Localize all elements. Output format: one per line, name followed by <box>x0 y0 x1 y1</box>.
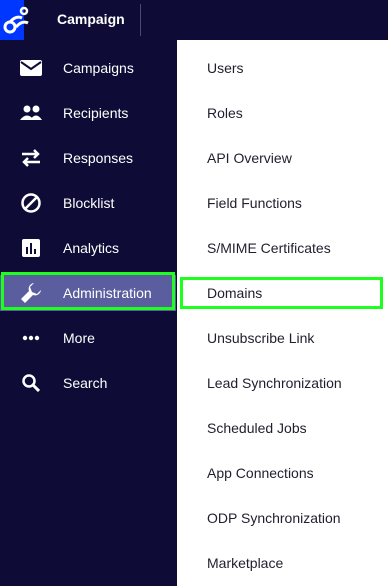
sidebar-item-responses[interactable]: Responses <box>0 140 176 176</box>
submenu-item-app-connections[interactable]: App Connections <box>177 458 388 488</box>
submenu-item-label: ODP Synchronization <box>207 510 341 526</box>
people-icon <box>19 103 43 123</box>
block-icon <box>19 193 43 213</box>
submenu-item-label: S/MIME Certificates <box>207 240 331 256</box>
envelope-icon <box>19 58 43 78</box>
administration-submenu: Users Roles API Overview Field Functions… <box>177 40 388 586</box>
sidebar-item-label: More <box>63 330 95 346</box>
submenu-item-label: Roles <box>207 105 243 121</box>
submenu-item-api-overview[interactable]: API Overview <box>177 143 388 173</box>
sidebar-item-label: Blocklist <box>63 195 115 211</box>
app-title: Campaign <box>57 11 125 27</box>
sidebar-item-campaigns[interactable]: Campaigns <box>0 50 176 86</box>
submenu-item-unsubscribe-link[interactable]: Unsubscribe Link <box>177 323 388 353</box>
highlight-box-domains <box>180 277 383 309</box>
submenu-item-odp-synchronization[interactable]: ODP Synchronization <box>177 503 388 533</box>
logo-icon <box>3 6 29 34</box>
bar-chart-icon <box>19 238 43 258</box>
sidebar-item-label: Search <box>63 375 108 391</box>
top-bar: Campaign <box>0 0 388 40</box>
sidebar-item-label: Campaigns <box>63 60 134 76</box>
submenu-item-label: App Connections <box>207 465 314 481</box>
submenu-item-lead-synchronization[interactable]: Lead Synchronization <box>177 368 388 398</box>
sidebar-item-more[interactable]: More <box>0 320 176 356</box>
sidebar-item-label: Recipients <box>63 105 129 121</box>
submenu-item-label: Users <box>207 60 244 76</box>
sidebar-item-label: Responses <box>63 150 134 166</box>
divider <box>140 4 141 36</box>
submenu-item-label: Field Functions <box>207 195 302 211</box>
swap-arrows-icon <box>19 148 43 168</box>
submenu-item-smime-certificates[interactable]: S/MIME Certificates <box>177 233 388 263</box>
submenu-item-scheduled-jobs[interactable]: Scheduled Jobs <box>177 413 388 443</box>
submenu-item-label: Lead Synchronization <box>207 375 342 391</box>
submenu-item-field-functions[interactable]: Field Functions <box>177 188 388 218</box>
submenu-item-label: Scheduled Jobs <box>207 420 307 436</box>
submenu-item-label: Unsubscribe Link <box>207 330 315 346</box>
submenu-item-label: API Overview <box>207 150 292 166</box>
sidebar-item-analytics[interactable]: Analytics <box>0 230 176 266</box>
submenu-item-label: Marketplace <box>207 555 284 571</box>
submenu-item-roles[interactable]: Roles <box>177 98 388 128</box>
sidebar-item-search[interactable]: Search <box>0 365 176 401</box>
highlight-box-administration <box>1 272 175 310</box>
sidebar-item-label: Analytics <box>63 240 120 256</box>
sidebar-item-blocklist[interactable]: Blocklist <box>0 185 176 221</box>
search-icon <box>19 373 43 393</box>
app-logo[interactable] <box>0 0 29 40</box>
sidebar-item-recipients[interactable]: Recipients <box>0 95 176 131</box>
dots-icon <box>19 328 43 348</box>
submenu-item-marketplace[interactable]: Marketplace <box>177 548 388 578</box>
submenu-item-users[interactable]: Users <box>177 53 388 83</box>
